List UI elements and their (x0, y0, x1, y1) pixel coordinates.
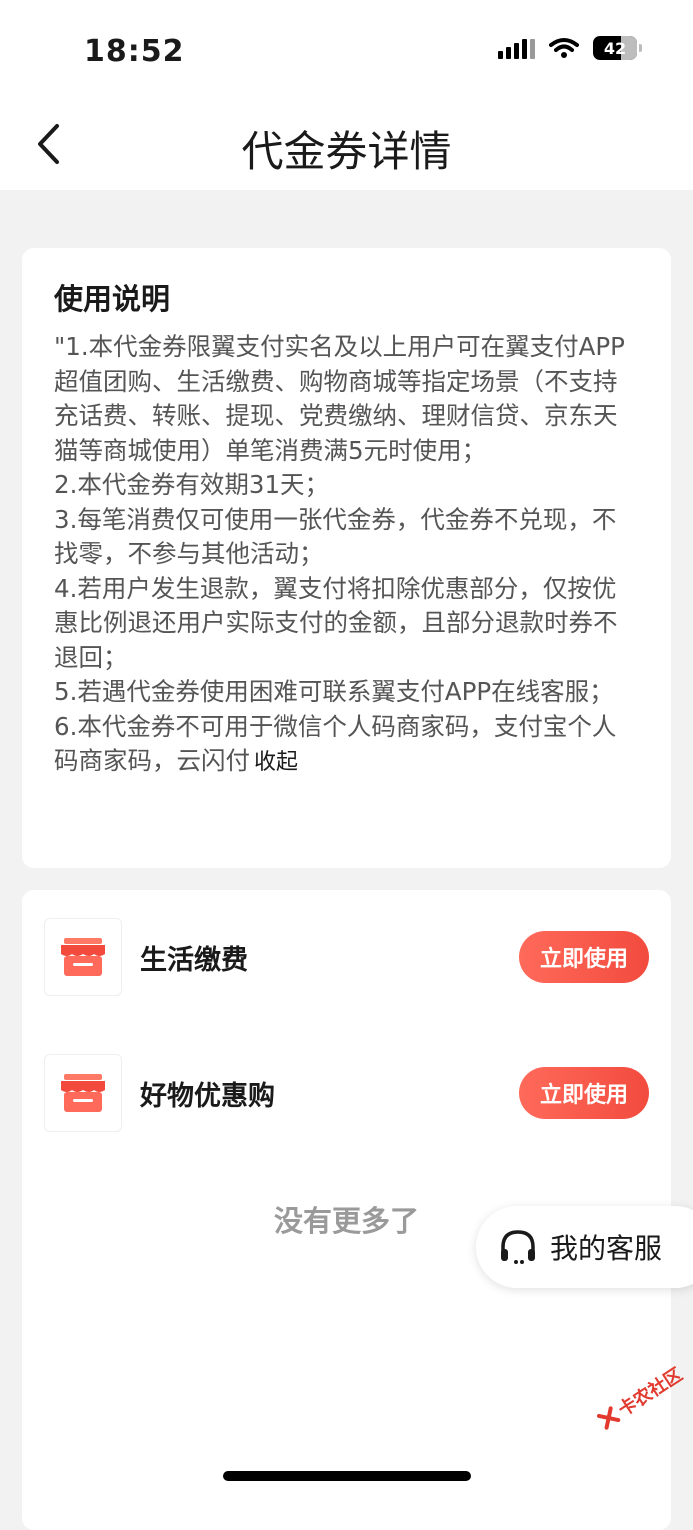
battery-level: 42 (603, 38, 627, 58)
instruction-line: 6.本代金券不可用于微信个人码商家码，支付宝个人码商家码，云闪付 (54, 711, 617, 776)
shop-icon (44, 918, 122, 996)
use-now-button[interactable]: 立即使用 (519, 931, 649, 983)
instructions-body: "1.本代金券限翼支付实名及以上用户可在翼支付APP超值团购、生活缴费、购物商城… (54, 330, 639, 781)
status-icons: 42 (498, 36, 642, 60)
status-time: 18:52 (84, 34, 185, 69)
scene-row-utilities: 生活缴费 立即使用 (44, 918, 649, 996)
wifi-icon (549, 38, 579, 58)
nav-bar: 代金券详情 (0, 100, 693, 190)
customer-service-button[interactable]: 我的客服 (476, 1206, 693, 1288)
signal-icon (498, 37, 535, 59)
customer-service-label: 我的客服 (550, 1232, 663, 1265)
scene-row-shopping: 好物优惠购 立即使用 (44, 1054, 649, 1132)
scene-label: 生活缴费 (140, 944, 248, 976)
use-now-button[interactable]: 立即使用 (519, 1067, 649, 1119)
instructions-title: 使用说明 (54, 282, 171, 316)
instruction-line: "1.本代金券限翼支付实名及以上用户可在翼支付APP超值团购、生活缴费、购物商城… (54, 332, 625, 465)
instructions-card: 使用说明 "1.本代金券限翼支付实名及以上用户可在翼支付APP超值团购、生活缴费… (22, 248, 671, 868)
home-indicator (223, 1471, 471, 1481)
instruction-line: 3.每笔消费仅可使用一张代金券，代金券不兑现，不找零，不参与其他活动； (54, 504, 617, 569)
headset-icon (501, 1230, 535, 1264)
status-bar: 18:52 42 (0, 0, 693, 100)
battery-icon: 42 (593, 36, 642, 60)
instruction-line: 2.本代金券有效期31天； (54, 470, 330, 499)
instruction-line: 5.若遇代金券使用困难可联系翼支付APP在线客服； (54, 677, 614, 706)
scene-label: 好物优惠购 (140, 1080, 275, 1112)
shop-icon (44, 1054, 122, 1132)
collapse-link[interactable]: 收起 (254, 750, 298, 775)
page-title: 代金券详情 (241, 127, 452, 176)
instruction-line: 4.若用户发生退款，翼支付将扣除优惠部分，仅按优惠比例退还用户实际支付的金额，且… (54, 573, 618, 672)
instruction-line-last: 6.本代金券不可用于微信个人码商家码，支付宝个人码商家码，云闪付 收起 (54, 710, 639, 781)
